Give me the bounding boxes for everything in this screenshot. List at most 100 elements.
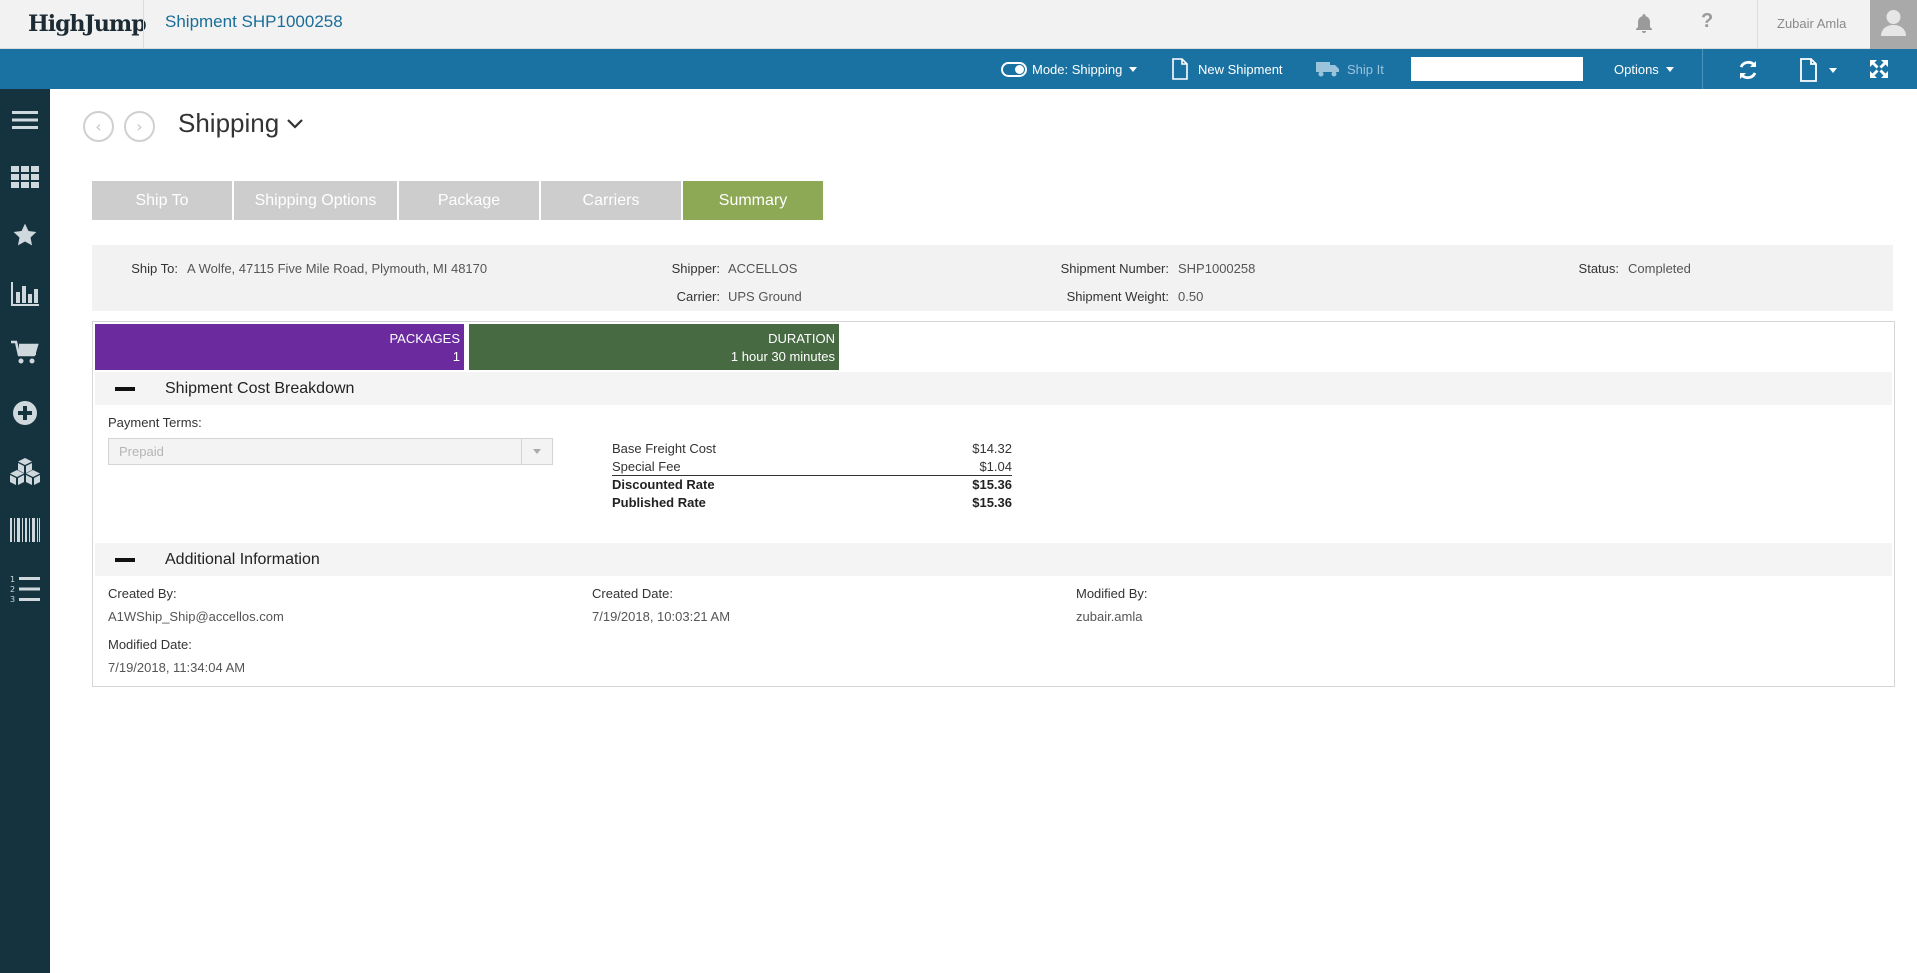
action-bar-divider <box>1702 49 1703 89</box>
cost-label: Discounted Rate <box>612 477 715 492</box>
numbered-list-icon[interactable]: 123 <box>9 574 41 604</box>
chevron-right-icon: › <box>136 117 143 136</box>
section-title: Shipping <box>178 108 280 138</box>
toggle-icon <box>1001 61 1027 77</box>
created-date-value: 7/19/2018, 10:03:21 AM <box>592 609 731 624</box>
tab-shipping-options[interactable]: Shipping Options <box>234 181 397 220</box>
boxes-icon[interactable] <box>9 456 41 486</box>
top-header: HighJump Shipment SHP1000258 ? Zubair Am… <box>0 0 1917 49</box>
plus-circle-icon[interactable] <box>9 398 41 428</box>
tab-package[interactable]: Package <box>399 181 539 220</box>
forward-button[interactable]: › <box>124 111 155 142</box>
packages-tile: PACKAGES 1 <box>95 324 464 370</box>
tab-ship-to[interactable]: Ship To <box>92 181 232 220</box>
cost-value: $15.36 <box>972 495 1012 510</box>
ship-it-button[interactable]: Ship It <box>1315 49 1384 89</box>
collapse-icon[interactable] <box>115 386 135 391</box>
sidebar: 123 <box>0 89 50 973</box>
tab-summary[interactable]: Summary <box>683 181 823 220</box>
cost-row: Special Fee $1.04 <box>612 458 1012 476</box>
cost-breakdown-title: Shipment Cost Breakdown <box>165 379 355 397</box>
shipment-number-value: SHP1000258 <box>1178 261 1256 276</box>
grid-icon[interactable] <box>9 162 41 192</box>
packages-label: PACKAGES <box>389 331 460 346</box>
status-badge: Completed <box>1628 261 1691 276</box>
caret-down-icon[interactable] <box>521 439 552 464</box>
help-icon[interactable]: ? <box>1701 10 1713 33</box>
refresh-icon[interactable] <box>1736 58 1760 82</box>
bar-chart-icon[interactable] <box>9 279 41 309</box>
duration-label: DURATION <box>768 331 835 346</box>
cost-label: Special Fee <box>612 459 681 474</box>
caret-down-icon <box>1129 66 1138 72</box>
chevron-down-icon <box>287 118 303 129</box>
carrier-value: UPS Ground <box>728 289 802 304</box>
document-icon <box>1172 58 1188 80</box>
cost-row: Base Freight Cost $14.32 <box>612 440 1012 458</box>
collapse-icon[interactable] <box>115 557 135 562</box>
menu-icon[interactable] <box>9 105 41 135</box>
new-shipment-button[interactable]: New Shipment <box>1170 49 1283 89</box>
section-title-dropdown[interactable]: Shipping <box>178 108 303 139</box>
cost-row: Published Rate $15.36 <box>612 494 1012 512</box>
cart-icon[interactable] <box>9 338 41 368</box>
duration-tile: DURATION 1 hour 30 minutes <box>469 324 839 370</box>
additional-info-title: Additional Information <box>165 550 320 568</box>
document-menu-button[interactable] <box>1797 58 1841 82</box>
action-bar: Mode: Shipping New Shipment Ship It Opti… <box>0 49 1917 89</box>
payment-terms-value: Prepaid <box>119 444 164 459</box>
shipment-summary: Ship To: A Wolfe, 47115 Five Mile Road, … <box>92 245 1893 311</box>
modified-by-label: Modified By: <box>1076 586 1148 601</box>
shipper-value: ACCELLOS <box>728 261 798 276</box>
wizard-tabs: Ship To Shipping Options Package Carrier… <box>92 181 825 220</box>
packages-value: 1 <box>452 349 460 364</box>
cost-label: Published Rate <box>612 495 706 510</box>
page-heading: Shipment SHP1000258 <box>165 12 343 31</box>
fullscreen-icon[interactable] <box>1868 58 1890 80</box>
new-shipment-label: New Shipment <box>1198 61 1283 77</box>
additional-info-header[interactable]: Additional Information <box>95 543 1892 576</box>
bell-icon[interactable] <box>1632 12 1656 36</box>
cost-breakdown-header[interactable]: Shipment Cost Breakdown <box>95 372 1892 405</box>
svg-text:2: 2 <box>10 585 15 594</box>
ship-to-value: A Wolfe, 47115 Five Mile Road, Plymouth,… <box>187 261 488 276</box>
mode-toggle[interactable]: Mode: Shipping <box>1001 49 1138 89</box>
tab-carriers[interactable]: Carriers <box>541 181 681 220</box>
mode-label: Mode: Shipping <box>1032 61 1123 77</box>
cost-value: $14.32 <box>972 441 1012 456</box>
cost-value: $1.04 <box>979 459 1012 474</box>
cost-table: Base Freight Cost $14.32 Special Fee $1.… <box>612 440 1012 512</box>
star-icon[interactable] <box>9 220 41 250</box>
shipment-number-label: Shipment Number: <box>1060 261 1169 276</box>
highjump-logo[interactable]: HighJump <box>28 8 147 40</box>
back-button[interactable]: ‹ <box>83 111 114 142</box>
barcode-icon[interactable] <box>9 515 41 545</box>
chevron-left-icon: ‹ <box>95 117 102 136</box>
svg-text:3: 3 <box>10 595 15 603</box>
modified-date-label: Modified Date: <box>108 637 192 652</box>
cost-row: Discounted Rate $15.36 <box>612 476 1012 494</box>
created-by-value: A1WShip_Ship@accellos.com <box>108 609 284 624</box>
truck-icon <box>1316 62 1339 77</box>
ship-it-label: Ship It <box>1347 61 1384 77</box>
carrier-label: Carrier: <box>676 289 720 304</box>
status-label: Status: <box>1578 261 1619 276</box>
options-menu-button[interactable]: Options <box>1614 49 1674 89</box>
modified-date-value: 7/19/2018, 11:34:04 AM <box>108 660 246 675</box>
header-divider <box>1757 0 1758 49</box>
shipment-weight-label: Shipment Weight: <box>1066 289 1169 304</box>
shipment-detail-card: PACKAGES 1 DURATION 1 hour 30 minutes Sh… <box>92 321 1895 687</box>
modified-by-value: zubair.amla <box>1076 609 1143 624</box>
svg-text:1: 1 <box>10 575 15 584</box>
header-divider <box>143 0 144 49</box>
avatar[interactable] <box>1870 0 1917 49</box>
options-label: Options <box>1614 61 1659 77</box>
created-date-label: Created Date: <box>592 586 673 601</box>
created-by-label: Created By: <box>108 586 177 601</box>
caret-down-icon <box>1665 66 1674 72</box>
duration-value: 1 hour 30 minutes <box>730 349 835 364</box>
user-name[interactable]: Zubair Amla <box>1777 16 1846 31</box>
search-input[interactable] <box>1411 57 1583 81</box>
payment-terms-label: Payment Terms: <box>108 415 202 430</box>
payment-terms-select[interactable]: Prepaid <box>108 438 553 465</box>
